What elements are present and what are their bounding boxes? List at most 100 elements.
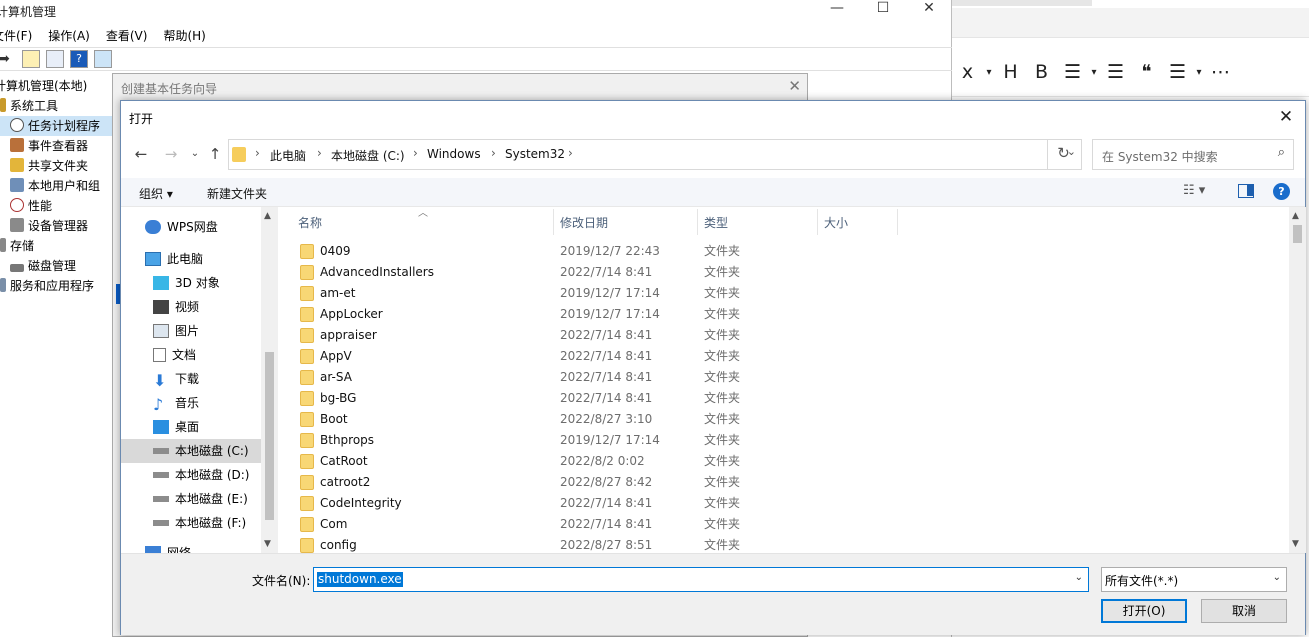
- column-divider[interactable]: [697, 209, 698, 235]
- search-box[interactable]: 在 System32 中搜索 ⌕: [1092, 139, 1294, 170]
- column-modified[interactable]: 修改日期: [560, 214, 608, 231]
- address-bar[interactable]: › 此电脑 › 本地磁盘 (C:) › Windows › System32 ›…: [228, 139, 1082, 170]
- file-row[interactable]: appraiser 2022/7/14 8:41 文件夹: [278, 325, 1289, 346]
- wizard-close-button[interactable]: ✕: [788, 77, 801, 95]
- breadcrumb-system32[interactable]: System32: [505, 147, 565, 161]
- align-button[interactable]: ☰: [1162, 61, 1193, 83]
- close-button[interactable]: ✕: [906, 0, 952, 22]
- menu-view[interactable]: 查看(V): [106, 27, 148, 44]
- breadcrumb-chevron-icon[interactable]: ›: [413, 146, 418, 160]
- column-size[interactable]: 大小: [824, 214, 848, 231]
- action-pane-icon[interactable]: [94, 50, 112, 68]
- file-row[interactable]: am-et 2019/12/7 17:14 文件夹: [278, 283, 1289, 304]
- bold-button[interactable]: B: [1026, 61, 1057, 83]
- breadcrumb-this-pc[interactable]: 此电脑: [270, 147, 306, 164]
- tree-item-shared-folders[interactable]: 共享文件夹: [0, 156, 112, 176]
- minimize-button[interactable]: —: [814, 0, 860, 22]
- sidebar-item-videos[interactable]: 视频: [121, 295, 261, 319]
- clear-format-dropdown-icon[interactable]: ▾: [983, 67, 995, 78]
- sidebar-item-desktop[interactable]: 桌面: [121, 415, 261, 439]
- column-type[interactable]: 类型: [704, 214, 728, 231]
- column-divider[interactable]: [897, 209, 898, 235]
- scroll-thumb[interactable]: [1293, 225, 1302, 243]
- breadcrumb-chevron-icon[interactable]: ›: [317, 146, 322, 160]
- sidebar-item-drive-e[interactable]: 本地磁盘 (E:): [121, 487, 261, 511]
- menu-file[interactable]: 文件(F): [0, 27, 32, 44]
- scroll-down-icon[interactable]: ▼: [264, 539, 271, 549]
- search-icon[interactable]: ⌕: [1278, 145, 1285, 160]
- navigation-scrollbar[interactable]: ▲ ▼: [261, 207, 278, 553]
- scroll-down-icon[interactable]: ▼: [1292, 539, 1299, 549]
- file-row[interactable]: AdvancedInstallers 2022/7/14 8:41 文件夹: [278, 262, 1289, 283]
- file-type-select[interactable]: 所有文件(*.*) ⌄: [1101, 567, 1287, 592]
- tree-item-system-tools[interactable]: 系统工具: [0, 96, 112, 116]
- forward-arrow-icon[interactable]: →: [161, 143, 181, 165]
- sidebar-item-this-pc[interactable]: 此电脑: [121, 247, 261, 271]
- file-row[interactable]: CatRoot 2022/8/2 0:02 文件夹: [278, 451, 1289, 472]
- tree-item-services[interactable]: 服务和应用程序: [0, 276, 112, 296]
- file-row[interactable]: 0409 2019/12/7 22:43 文件夹: [278, 241, 1289, 262]
- file-list-scrollbar[interactable]: ▲ ▼: [1289, 207, 1306, 553]
- sidebar-item-music[interactable]: ♪ 音乐: [121, 391, 261, 415]
- sidebar-item-pictures[interactable]: 图片: [121, 319, 261, 343]
- clear-format-button[interactable]: x: [952, 61, 983, 83]
- tree-item-storage[interactable]: 存储: [0, 236, 112, 256]
- preview-pane-icon[interactable]: [1238, 184, 1254, 198]
- file-row[interactable]: AppLocker 2019/12/7 17:14 文件夹: [278, 304, 1289, 325]
- file-type-dropdown-icon[interactable]: ⌄: [1273, 572, 1281, 583]
- tree-item-disk-management[interactable]: 磁盘管理: [0, 256, 112, 276]
- menu-action[interactable]: 操作(A): [48, 27, 90, 44]
- recent-locations-chevron-icon[interactable]: ⌄: [185, 143, 205, 165]
- align-dropdown-icon[interactable]: ▾: [1193, 67, 1205, 78]
- file-row[interactable]: AppV 2022/7/14 8:41 文件夹: [278, 346, 1289, 367]
- sidebar-item-network[interactable]: 网络: [121, 541, 261, 553]
- dialog-close-button[interactable]: ✕: [1273, 106, 1299, 128]
- tree-item-task-scheduler[interactable]: 任务计划程序: [0, 116, 112, 136]
- file-row[interactable]: bg-BG 2022/7/14 8:41 文件夹: [278, 388, 1289, 409]
- filename-input[interactable]: shutdown.exe ⌄: [313, 567, 1089, 592]
- tree-item-performance[interactable]: 性能: [0, 196, 112, 216]
- breadcrumb-chevron-icon[interactable]: ›: [568, 146, 573, 160]
- tree-item-local-users[interactable]: 本地用户和组: [0, 176, 112, 196]
- sidebar-item-downloads[interactable]: ⬇ 下载: [121, 367, 261, 391]
- maximize-button[interactable]: ☐: [860, 0, 906, 22]
- breadcrumb-windows[interactable]: Windows: [427, 147, 481, 161]
- file-row[interactable]: Boot 2022/8/27 3:10 文件夹: [278, 409, 1289, 430]
- tree-item-event-viewer[interactable]: 事件查看器: [0, 136, 112, 156]
- divider-button[interactable]: ☰: [1100, 61, 1131, 83]
- filename-value[interactable]: shutdown.exe: [317, 572, 403, 587]
- file-row[interactable]: catroot2 2022/8/27 8:42 文件夹: [278, 472, 1289, 493]
- sidebar-item-wps-drive[interactable]: WPS网盘: [121, 215, 261, 239]
- file-row[interactable]: CodeIntegrity 2022/7/14 8:41 文件夹: [278, 493, 1289, 514]
- breadcrumb-chevron-icon[interactable]: ›: [255, 146, 260, 160]
- up-arrow-icon[interactable]: ↑: [205, 143, 225, 165]
- forward-arrow-icon[interactable]: ➡: [0, 51, 14, 67]
- up-folder-icon[interactable]: [22, 50, 40, 68]
- sidebar-item-drive-d[interactable]: 本地磁盘 (D:): [121, 463, 261, 487]
- refresh-button[interactable]: ↻: [1047, 139, 1079, 170]
- sidebar-item-drive-f[interactable]: 本地磁盘 (F:): [121, 511, 261, 535]
- menu-help[interactable]: 帮助(H): [163, 27, 205, 44]
- sidebar-item-3d-objects[interactable]: 3D 对象: [121, 271, 261, 295]
- organize-button[interactable]: 组织 ▾: [139, 185, 173, 202]
- tree-item-device-manager[interactable]: 设备管理器: [0, 216, 112, 236]
- breadcrumb-chevron-icon[interactable]: ›: [491, 146, 496, 160]
- view-options-icon[interactable]: ☷ ▾: [1183, 183, 1205, 198]
- file-row[interactable]: ar-SA 2022/7/14 8:41 文件夹: [278, 367, 1289, 388]
- help-icon[interactable]: ?: [1273, 183, 1290, 200]
- back-arrow-icon[interactable]: ←: [131, 143, 151, 165]
- show-tree-icon[interactable]: [46, 50, 64, 68]
- new-folder-button[interactable]: 新建文件夹: [207, 185, 267, 202]
- column-divider[interactable]: [553, 209, 554, 235]
- scroll-up-icon[interactable]: ▲: [1292, 211, 1299, 221]
- sidebar-item-drive-c[interactable]: 本地磁盘 (C:): [121, 439, 261, 463]
- column-name[interactable]: 名称: [298, 214, 322, 231]
- tree-item-root[interactable]: 计算机管理(本地): [0, 76, 112, 96]
- file-row[interactable]: config 2022/8/27 8:51 文件夹: [278, 535, 1289, 553]
- cancel-button[interactable]: 取消: [1201, 599, 1287, 623]
- file-row[interactable]: Com 2022/7/14 8:41 文件夹: [278, 514, 1289, 535]
- heading-button[interactable]: H: [995, 61, 1026, 83]
- list-button[interactable]: ☰: [1057, 61, 1088, 83]
- file-row[interactable]: Bthprops 2019/12/7 17:14 文件夹: [278, 430, 1289, 451]
- column-divider[interactable]: [817, 209, 818, 235]
